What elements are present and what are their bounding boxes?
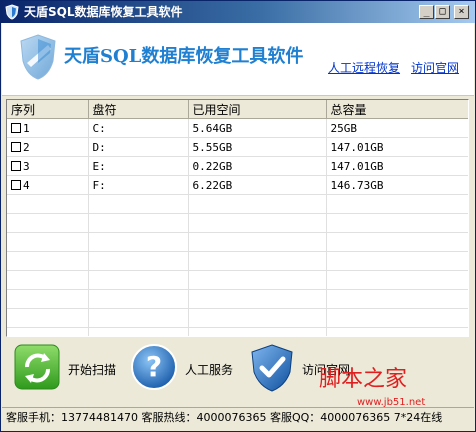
manual-service-button[interactable]: ? 人工服务 (130, 343, 240, 397)
row-checkbox[interactable] (11, 179, 21, 190)
row-index: 4 (23, 178, 30, 192)
column-header-used[interactable]: 已用空间 (188, 100, 327, 119)
row-index: 3 (23, 159, 30, 173)
manual-service-label: 人工服务 (185, 363, 234, 377)
used-cell: 0.22GB (188, 156, 327, 176)
svg-text:?: ? (146, 350, 162, 383)
row-index-cell: 3 (7, 156, 89, 176)
row-index: 1 (23, 121, 30, 135)
app-window: 天盾SQL数据库恢复工具软件 _ □ × 天盾SQL数据库恢复工具软件 人工远程… (0, 0, 476, 432)
watermark-text: 脚本之家 (319, 367, 408, 392)
total-cell: 147.01GB (326, 137, 468, 157)
total-cell: 146.73GB (326, 175, 468, 195)
empty-row (7, 251, 468, 271)
help-question-icon: ? (131, 344, 177, 390)
shield-logo-icon (20, 34, 56, 80)
remote-recovery-link[interactable]: 人工远程恢复 (328, 61, 400, 75)
start-scan-label: 开始扫描 (68, 363, 117, 377)
drive-cell: F: (88, 175, 189, 195)
table-row[interactable]: 2 D: 5.55GB 147.01GB (7, 137, 468, 157)
window-title: 天盾SQL数据库恢复工具软件 (24, 5, 183, 19)
drive-cell: D: (88, 137, 189, 157)
empty-row (7, 213, 468, 233)
maximize-button[interactable]: □ (435, 5, 450, 19)
used-cell: 5.55GB (188, 137, 327, 157)
app-heading: 天盾SQL数据库恢复工具软件 (64, 46, 304, 67)
empty-row (7, 270, 468, 290)
empty-row (7, 232, 468, 252)
table-row[interactable]: 4 F: 6.22GB 146.73GB (7, 175, 468, 195)
row-checkbox[interactable] (11, 160, 21, 171)
row-checkbox[interactable] (11, 122, 21, 133)
table-row[interactable]: 1 C: 5.64GB 25GB (7, 118, 468, 138)
used-cell: 6.22GB (188, 175, 327, 195)
shield-check-icon (251, 344, 293, 392)
refresh-icon (14, 344, 60, 390)
watermark: 脚本之家 www.jb51.net (319, 361, 469, 413)
column-header-drive[interactable]: 盘符 (88, 100, 189, 119)
total-cell: 147.01GB (326, 156, 468, 176)
title-bar[interactable]: 天盾SQL数据库恢复工具软件 _ □ × (1, 1, 475, 23)
row-index-cell: 4 (7, 175, 89, 195)
empty-row (7, 289, 468, 309)
total-cell: 25GB (326, 118, 468, 138)
close-button[interactable]: × (454, 5, 469, 19)
table-row[interactable]: 3 E: 0.22GB 147.01GB (7, 156, 468, 176)
empty-row (7, 308, 468, 328)
row-checkbox[interactable] (11, 141, 21, 152)
used-cell: 5.64GB (188, 118, 327, 138)
table-header-row: 序列 盘符 已用空间 总容量 (7, 100, 468, 119)
row-index-cell: 2 (7, 137, 89, 157)
drive-list[interactable]: 序列 盘符 已用空间 总容量 1 C: 5.64GB 25GB 2 D: 5.5… (6, 99, 469, 337)
column-header-index[interactable]: 序列 (7, 100, 89, 119)
start-scan-button[interactable]: 开始扫描 (13, 343, 123, 397)
official-site-link[interactable]: 访问官网 (411, 61, 459, 75)
header-banner: 天盾SQL数据库恢复工具软件 人工远程恢复 访问官网 (2, 23, 474, 96)
minimize-button[interactable]: _ (419, 5, 434, 19)
status-contact-text: 客服手机：13774481470 客服热线：4000076365 客服QQ：40… (6, 411, 443, 424)
row-index: 2 (23, 140, 30, 154)
empty-row (7, 327, 468, 336)
drive-cell: E: (88, 156, 189, 176)
empty-row (7, 194, 468, 214)
drive-cell: C: (88, 118, 189, 138)
status-bar: 客服手机：13774481470 客服热线：4000076365 客服QQ：40… (2, 407, 474, 429)
column-header-total[interactable]: 总容量 (326, 100, 468, 119)
drive-table: 序列 盘符 已用空间 总容量 1 C: 5.64GB 25GB 2 D: 5.5… (7, 100, 468, 336)
shield-app-icon (5, 4, 19, 20)
row-index-cell: 1 (7, 118, 89, 138)
